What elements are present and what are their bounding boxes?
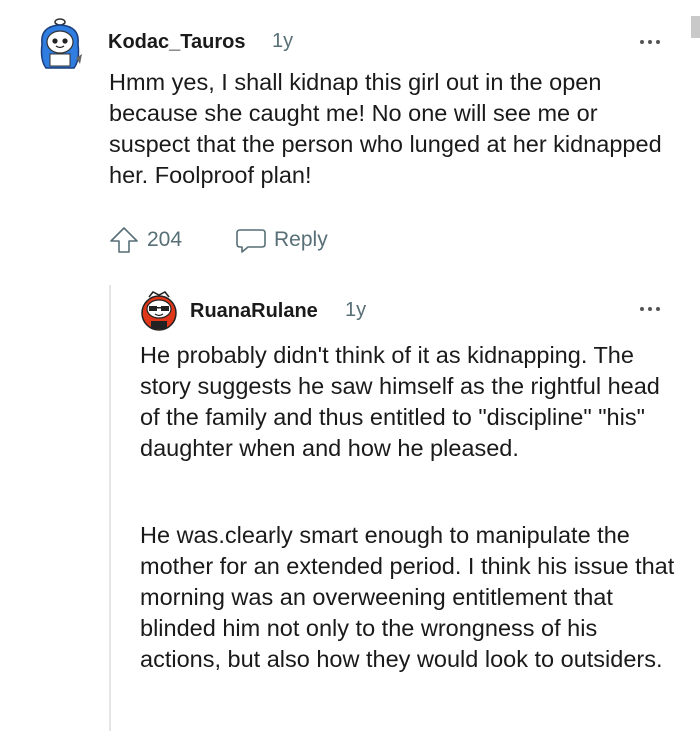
upvote-count: 204 <box>147 228 183 251</box>
upvote-arrow-icon <box>110 227 138 253</box>
reply-button[interactable]: Reply <box>234 224 328 256</box>
comment-paragraph: He probably didn't think of it as kidnap… <box>140 342 660 461</box>
upvote-button[interactable]: 204 <box>108 224 182 256</box>
comment-body: Hmm yes, I shall kidnap this girl out in… <box>109 69 662 188</box>
username[interactable]: Kodac_Tauros <box>108 31 245 54</box>
more-options-icon[interactable] <box>640 304 664 314</box>
avatar[interactable] <box>139 289 179 333</box>
comment-age: 1y <box>272 30 294 52</box>
more-options-icon[interactable] <box>640 37 664 47</box>
thread-line[interactable] <box>109 285 111 731</box>
snoo-avatar-icon <box>40 18 82 69</box>
reply-label: Reply <box>274 228 328 251</box>
snoo-avatar-icon <box>141 291 177 331</box>
comment-age: 1y <box>345 299 367 321</box>
comment-paragraph: He was.clearly smart enough to manipulat… <box>140 522 675 672</box>
scrollbar-thumb[interactable] <box>691 16 700 38</box>
username[interactable]: RuanaRulane <box>190 300 318 323</box>
reply-bubble-icon <box>236 229 266 253</box>
avatar[interactable] <box>36 14 84 72</box>
